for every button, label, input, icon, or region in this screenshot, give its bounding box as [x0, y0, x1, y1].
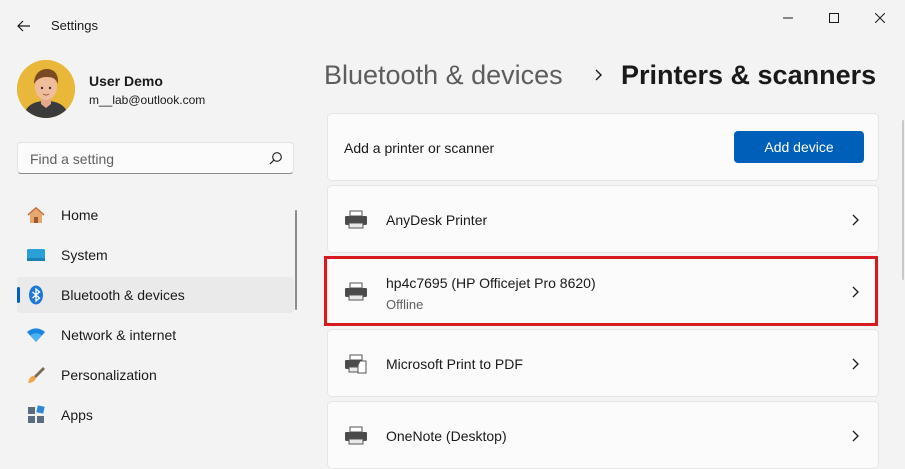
maximize-button[interactable]: [812, 4, 856, 32]
search-box[interactable]: [17, 142, 294, 175]
title-bar: Settings: [0, 0, 905, 52]
breadcrumb-parent[interactable]: Bluetooth & devices: [324, 60, 563, 91]
sidebar-item-label: Apps: [61, 407, 93, 423]
printer-item-onenote[interactable]: OneNote (Desktop): [327, 401, 879, 469]
printer-icon: [345, 426, 367, 445]
bluetooth-icon: [29, 285, 43, 305]
avatar[interactable]: [17, 60, 75, 118]
wifi-icon: [27, 328, 45, 342]
printer-item-print-to-pdf[interactable]: Microsoft Print to PDF: [327, 329, 879, 397]
sidebar-item-network[interactable]: Network & internet: [17, 317, 294, 353]
sidebar-item-personalization[interactable]: Personalization: [17, 357, 294, 393]
sidebar-item-label: Bluetooth & devices: [61, 287, 185, 303]
chevron-right-icon: [852, 430, 859, 442]
chevron-right-icon: [852, 214, 859, 226]
brush-icon: [28, 367, 45, 383]
page-title: Printers & scanners: [621, 60, 877, 90]
maximize-icon: [829, 13, 839, 23]
sidebar-item-label: Personalization: [61, 367, 157, 383]
close-icon: [875, 13, 885, 23]
user-name: User Demo: [89, 73, 163, 89]
printer-name: Microsoft Print to PDF: [386, 356, 523, 372]
avatar-image: [17, 60, 75, 118]
search-input[interactable]: [28, 143, 262, 175]
add-printer-card: Add a printer or scanner Add device: [327, 113, 879, 181]
chevron-right-icon: [852, 358, 859, 370]
search-icon[interactable]: [269, 151, 283, 165]
highlight-box: [324, 256, 878, 326]
sidebar-item-label: System: [61, 247, 108, 263]
apps-icon: [28, 405, 45, 423]
printer-name: AnyDesk Printer: [386, 212, 488, 228]
close-button[interactable]: [858, 4, 902, 32]
sidebar-item-system[interactable]: System: [17, 237, 294, 273]
back-button[interactable]: [12, 14, 36, 38]
back-arrow-icon: [17, 20, 30, 32]
printer-item-anydesk[interactable]: AnyDesk Printer: [327, 185, 879, 253]
user-email: m__lab@outlook.com: [89, 93, 206, 107]
system-icon: [27, 249, 45, 261]
sidebar-item-apps[interactable]: Apps: [17, 397, 294, 433]
printer-icon: [345, 210, 367, 229]
sidebar-scrollbar[interactable]: [295, 210, 297, 310]
minimize-button[interactable]: [766, 4, 810, 32]
app-title: Settings: [51, 18, 98, 33]
minimize-icon: [783, 17, 793, 19]
sidebar-item-home[interactable]: Home: [17, 197, 294, 233]
sidebar-item-label: Home: [61, 207, 99, 223]
sidebar-item-bluetooth[interactable]: Bluetooth & devices: [17, 277, 294, 313]
content-scrollbar[interactable]: [902, 120, 904, 280]
add-device-button[interactable]: Add device: [734, 131, 864, 163]
home-icon: [27, 206, 45, 223]
add-printer-label: Add a printer or scanner: [344, 140, 495, 156]
pdf-printer-icon: [345, 354, 367, 374]
chevron-right-icon: [595, 69, 602, 81]
selection-indicator: [17, 287, 20, 303]
sidebar-item-label: Network & internet: [61, 327, 177, 343]
